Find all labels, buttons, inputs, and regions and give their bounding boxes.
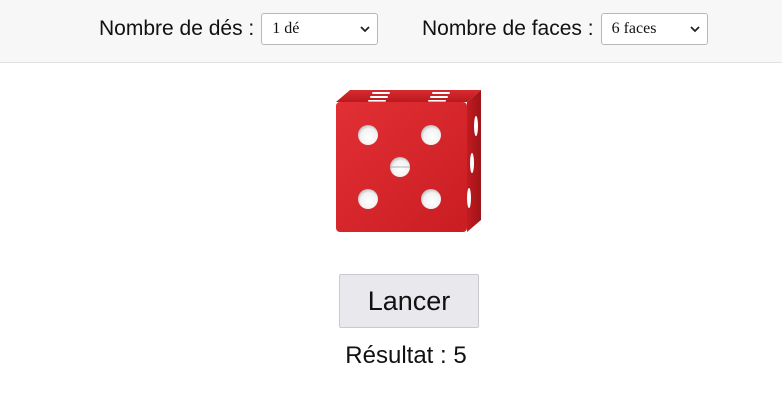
dice-count-select[interactable]: 1 dé xyxy=(261,13,379,45)
faces-count-label: Nombre de faces : xyxy=(422,17,594,40)
faces-count-select[interactable]: 6 faces xyxy=(600,13,708,45)
die[interactable] xyxy=(332,86,488,236)
faces-count-value: 6 faces xyxy=(611,20,657,37)
chevron-down-icon xyxy=(689,26,700,33)
dice-count-control: Nombre de dés : 1 dé xyxy=(99,12,379,46)
pip xyxy=(421,125,441,145)
dice-count-label: Nombre de dés : xyxy=(99,17,255,40)
die-side-face xyxy=(467,90,481,232)
settings-bar: Nombre de dés : 1 dé Nombre de faces : 6… xyxy=(0,0,782,63)
die-top-face xyxy=(336,90,481,102)
chevron-down-icon xyxy=(360,26,370,33)
result-text: Résultat : 5 xyxy=(345,342,467,369)
roll-button[interactable]: Lancer xyxy=(339,274,479,328)
faces-count-control: Nombre de faces : 6 faces xyxy=(422,12,708,46)
pip xyxy=(358,189,378,209)
dice-count-value: 1 dé xyxy=(272,20,300,37)
die-graphic xyxy=(336,90,481,232)
pip xyxy=(421,189,441,209)
pip xyxy=(358,125,378,145)
